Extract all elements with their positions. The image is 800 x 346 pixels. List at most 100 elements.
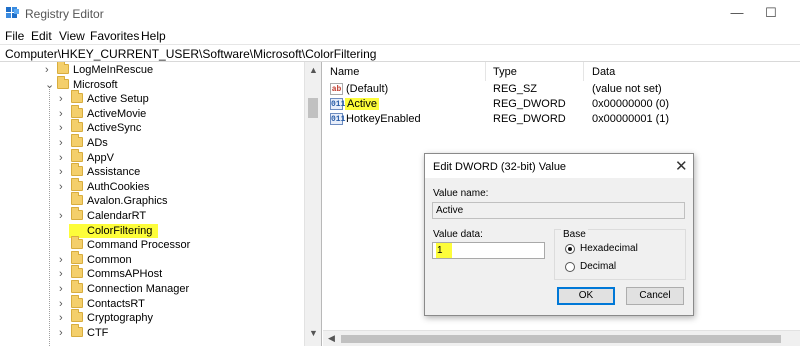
column-name-header[interactable]: Name <box>330 66 359 78</box>
registry-tree[interactable]: › LogMeInRescue ⌄ Microsoft › Active Setup › Ac… <box>0 62 322 346</box>
close-icon[interactable]: ✕ <box>675 157 688 175</box>
tree-item-cryptography[interactable]: › Cryptography <box>0 309 300 326</box>
edit-dword-dialog: Edit DWORD (32-bit) Value ✕ Value name: … <box>424 153 694 316</box>
tree-item-calendarrt[interactable]: › CalendarRT <box>0 207 300 224</box>
tree-item-avalon-graphics[interactable]: Avalon.Graphics <box>0 192 300 209</box>
tree-item-commsaphost[interactable]: › CommsAPHost <box>0 265 300 282</box>
expand-icon[interactable]: › <box>59 92 69 106</box>
expand-icon[interactable]: › <box>59 121 69 135</box>
column-type-header[interactable]: Type <box>493 66 517 78</box>
decimal-radio[interactable] <box>565 262 575 272</box>
address-bar[interactable]: Computer\HKEY_CURRENT_USER\Software\Micr… <box>0 44 800 62</box>
tree-item-ctf[interactable]: › CTF <box>0 323 300 341</box>
menu-help[interactable]: Help <box>141 29 166 43</box>
menu-edit[interactable]: Edit <box>31 29 52 43</box>
expand-icon[interactable]: › <box>59 151 69 165</box>
menu-favorites[interactable]: Favorites <box>90 29 139 43</box>
expand-icon[interactable]: › <box>59 180 69 194</box>
value-data: 0x00000000 (0) <box>592 98 670 110</box>
expand-icon[interactable]: › <box>59 209 69 223</box>
ok-button[interactable]: OK <box>557 287 615 305</box>
value-name-label: Value name: <box>433 188 489 199</box>
tree-item-common[interactable]: › Common <box>0 250 300 268</box>
dialog-body: Value name: Active Value data: 1 Base He… <box>425 178 693 315</box>
expand-icon[interactable]: › <box>59 253 69 267</box>
tree-item-command-processor[interactable]: Command Processor <box>0 236 300 253</box>
expand-icon[interactable]: › <box>59 165 69 179</box>
tree-item-assistance[interactable]: › Assistance <box>0 163 300 180</box>
scroll-left-icon[interactable]: ◀ <box>328 333 335 344</box>
decimal-label[interactable]: Decimal <box>580 261 616 272</box>
scroll-up-icon[interactable]: ▲ <box>309 65 318 75</box>
column-data-header[interactable]: Data <box>592 66 615 78</box>
expand-icon[interactable]: › <box>59 136 69 150</box>
list-header: Name Type Data <box>323 62 800 81</box>
menu-file[interactable]: File <box>5 29 24 43</box>
folder-icon <box>71 309 83 323</box>
folder-icon <box>71 163 83 177</box>
maximize-button[interactable]: ☐ <box>756 3 786 23</box>
minimize-button[interactable]: — <box>722 3 752 23</box>
tree-item-activesync[interactable]: › ActiveSync <box>0 119 300 136</box>
window-title: Registry Editor <box>25 7 104 21</box>
hexadecimal-radio[interactable] <box>565 244 575 254</box>
value-data-input[interactable]: 1 <box>432 242 545 259</box>
scroll-thumb[interactable] <box>341 335 781 343</box>
folder-icon <box>71 280 83 293</box>
tree-item-microsoft[interactable]: ⌄ Microsoft <box>0 75 300 93</box>
title-bar: Registry Editor — ☐ <box>0 0 800 26</box>
column-divider[interactable] <box>583 62 584 81</box>
values-horizontal-scrollbar[interactable]: ◀ <box>323 330 800 346</box>
tree-item-ads[interactable]: › ADs <box>0 134 300 151</box>
tree-item-label: ActiveSync <box>87 122 142 135</box>
registry-editor-icon <box>6 7 19 18</box>
menu-view[interactable]: View <box>59 29 85 43</box>
expand-icon[interactable]: › <box>59 107 69 121</box>
value-data-text[interactable]: 1 <box>436 243 452 258</box>
folder-icon <box>71 119 83 133</box>
tree-item-label: Connection Manager <box>87 283 190 295</box>
expand-icon[interactable]: › <box>59 267 69 281</box>
value-row-hotkeyenabled[interactable]: 011 HotkeyEnabled REG_DWORD 0x00000001 (… <box>323 112 800 127</box>
tree-item-colorfiltering[interactable]: ColorFiltering <box>0 223 300 239</box>
cancel-button[interactable]: Cancel <box>626 287 684 305</box>
value-name-field: Active <box>432 202 685 219</box>
tree-vertical-scrollbar[interactable]: ▲ ▼ <box>304 62 321 346</box>
tree-item-label: ActiveMovie <box>87 107 147 120</box>
collapse-icon[interactable]: ⌄ <box>45 78 55 92</box>
expand-icon[interactable]: › <box>59 282 69 296</box>
tree-item-logmeinrescue[interactable]: › LogMeInRescue <box>0 62 300 78</box>
base-label: Base <box>561 229 588 240</box>
tree-item-label: ADs <box>87 137 108 149</box>
folder-icon <box>71 90 83 104</box>
scroll-thumb[interactable] <box>308 98 318 118</box>
folder-icon <box>71 265 83 279</box>
tree-item-appv[interactable]: › AppV <box>0 148 300 166</box>
value-row-active[interactable]: 011 Active REG_DWORD 0x00000000 (0) <box>323 97 800 112</box>
tree-item-contactsrt[interactable]: › ContactsRT <box>0 294 300 312</box>
tree-item-connection-manager[interactable]: › Connection Manager <box>0 280 300 297</box>
expand-icon[interactable]: › <box>59 297 69 311</box>
value-type: REG_DWORD <box>493 113 566 125</box>
folder-icon <box>71 192 83 206</box>
expand-icon[interactable]: › <box>45 63 55 77</box>
folder-icon <box>71 294 83 308</box>
tree-item-label: CommsAPHost <box>87 268 163 281</box>
folder-icon <box>71 250 83 264</box>
tree-item-authcookies[interactable]: › AuthCookies <box>0 177 300 195</box>
dword-value-icon: 011 <box>330 98 346 110</box>
expand-icon[interactable]: › <box>59 311 69 325</box>
tree-item-label: LogMeInRescue <box>73 64 154 76</box>
tree-item-activemovie[interactable]: › ActiveMovie <box>0 104 300 122</box>
value-row-default[interactable]: ab (Default) REG_SZ (value not set) <box>323 82 800 97</box>
column-divider[interactable] <box>485 62 486 81</box>
tree-item-active-setup[interactable]: › Active Setup <box>0 90 300 107</box>
hexadecimal-label[interactable]: Hexadecimal <box>580 243 638 254</box>
tree-item-label: Common <box>87 253 132 266</box>
expand-icon[interactable]: › <box>59 326 69 340</box>
value-type: REG_SZ <box>493 83 538 95</box>
address-path[interactable]: Computer\HKEY_CURRENT_USER\Software\Micr… <box>5 47 376 61</box>
tree-item-label: AppV <box>87 151 114 164</box>
folder-icon <box>57 62 69 74</box>
scroll-down-icon[interactable]: ▼ <box>309 328 318 338</box>
